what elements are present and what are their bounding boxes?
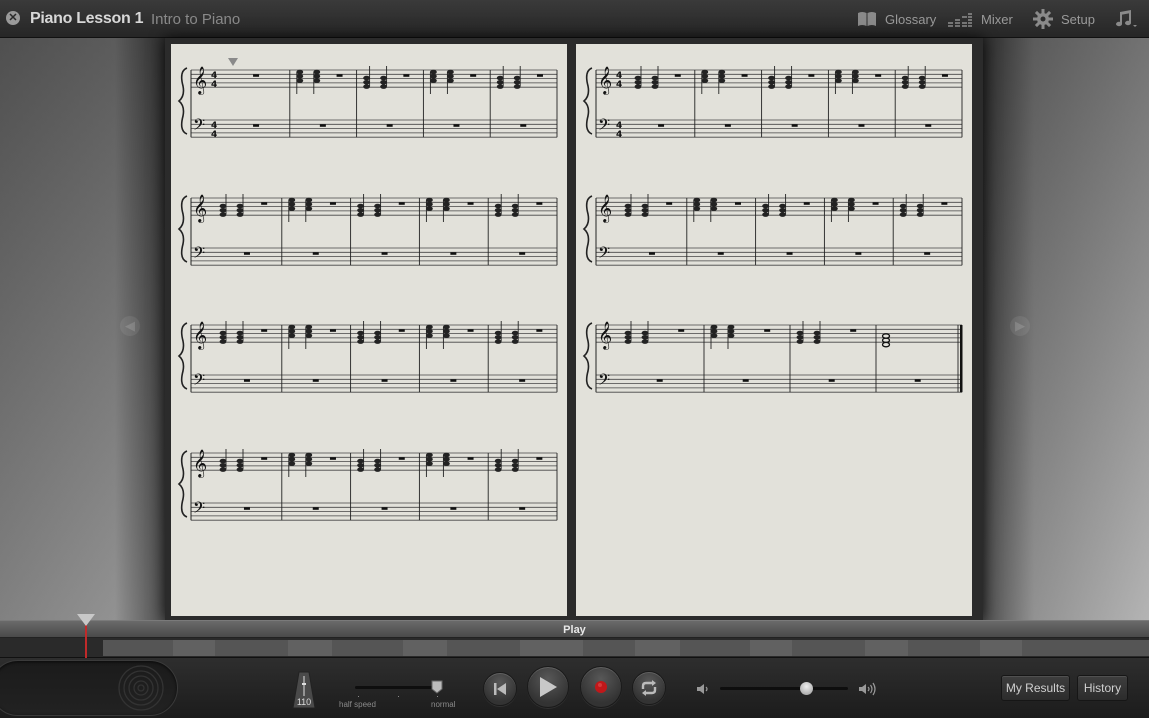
mixer-label: Mixer	[981, 11, 1013, 27]
lcd-display	[0, 660, 178, 716]
lesson-subtitle: Intro to Piano	[151, 11, 241, 28]
score-page-right: 𝄞 𝄢 4 4 4 4 𝄞 𝄢 𝄞 𝄢	[576, 44, 972, 616]
staff-system: 𝄞𝄢4444	[582, 66, 963, 140]
tuner-rings-icon	[118, 665, 164, 711]
timeline-segment[interactable]	[583, 640, 635, 656]
glossary-label: Glossary	[885, 11, 937, 27]
timeline-segment[interactable]	[520, 640, 583, 656]
rewind-button[interactable]	[483, 672, 517, 706]
gear-icon	[1033, 9, 1053, 29]
volume-slider-knob[interactable]	[800, 682, 813, 695]
normal-speed-label: normal	[431, 700, 456, 709]
glossary-button[interactable]: Glossary	[857, 8, 936, 30]
svg-text:4: 4	[616, 130, 622, 140]
timeline-segment[interactable]	[865, 640, 908, 656]
timeline-segment[interactable]	[103, 640, 173, 656]
setup-label: Setup	[1061, 11, 1095, 27]
tempo-value: 110	[296, 697, 312, 707]
playhead-line	[85, 625, 87, 658]
timeline-segment[interactable]	[447, 640, 520, 656]
staff-system: 𝄞𝄢	[177, 449, 558, 521]
timeline-segment[interactable]	[173, 640, 215, 656]
staff-system: 𝄞𝄢	[177, 194, 558, 266]
svg-text:𝄢: 𝄢	[598, 371, 610, 393]
play-region-label: Play	[563, 624, 586, 636]
svg-text:𝄢: 𝄢	[598, 116, 610, 138]
timeline-segment[interactable]	[792, 640, 865, 656]
metronome-button[interactable]: 110	[292, 671, 316, 709]
speed-slider-knob[interactable]	[431, 680, 443, 694]
next-page-arrow-icon[interactable]: ▶	[1010, 316, 1030, 336]
book-icon	[858, 12, 876, 26]
play-icon	[540, 677, 557, 697]
previous-page-arrow-icon[interactable]: ◀	[120, 316, 140, 336]
svg-text:𝄢: 𝄢	[193, 116, 205, 138]
svg-text:𝄞: 𝄞	[598, 66, 612, 95]
timeline[interactable]	[0, 638, 1149, 658]
svg-text:𝄢: 𝄢	[193, 371, 205, 393]
svg-text:𝄞: 𝄞	[193, 194, 207, 223]
staff-system: 𝄞𝄢	[177, 321, 558, 393]
svg-text:𝄞: 𝄞	[193, 321, 207, 350]
cycle-button[interactable]	[632, 671, 666, 705]
speed-slider-track[interactable]	[355, 686, 441, 689]
svg-text:𝄞: 𝄞	[598, 321, 612, 350]
score-stage: ◀ ▶ 𝄞 𝄢 4 4 4 4 𝄞 𝄢 𝄞 𝄢 𝄞 𝄢 𝄞 𝄢 4 4 4 4 𝄞 𝄢 𝄞 𝄢	[0, 38, 1149, 620]
svg-text:4: 4	[616, 80, 622, 90]
svg-text:4: 4	[211, 130, 217, 140]
loop-icon	[641, 680, 657, 696]
timeline-segment[interactable]	[288, 640, 332, 656]
timeline-segment[interactable]	[980, 640, 1022, 656]
mixer-button[interactable]: Mixer	[947, 8, 1013, 30]
svg-text:4: 4	[211, 80, 217, 90]
playhead-handle[interactable]	[77, 614, 95, 626]
score-page-left: 𝄞 𝄢 4 4 4 4 𝄞 𝄢 𝄞 𝄢 𝄞 𝄢	[171, 44, 567, 616]
music-note-icon	[1116, 10, 1137, 27]
skip-to-start-icon	[494, 683, 506, 695]
staff-system: 𝄞𝄢	[582, 321, 963, 393]
record-button[interactable]	[580, 666, 622, 708]
timeline-segment[interactable]	[332, 640, 403, 656]
svg-text:𝄢: 𝄢	[598, 244, 610, 266]
volume-low-icon	[697, 684, 708, 694]
svg-text:𝄞: 𝄞	[193, 449, 207, 478]
timeline-segment[interactable]	[908, 640, 980, 656]
volume-slider-track[interactable]	[720, 687, 848, 690]
timeline-segment[interactable]	[750, 640, 792, 656]
mixer-icon	[948, 13, 972, 27]
timeline-segment[interactable]	[635, 640, 680, 656]
notation-menu-button[interactable]	[1115, 8, 1137, 30]
svg-text:𝄢: 𝄢	[193, 244, 205, 266]
score-book: 𝄞 𝄢 4 4 4 4 𝄞 𝄢 𝄞 𝄢 𝄞 𝄢 𝄞 𝄢 4 4 4 4 𝄞 𝄢 𝄞 𝄢	[165, 38, 983, 620]
play-region-bar[interactable]: Play	[0, 620, 1149, 638]
timeline-segment[interactable]	[403, 640, 447, 656]
close-icon[interactable]: ✕	[6, 11, 20, 25]
my-results-button[interactable]: My Results	[1001, 675, 1070, 701]
volume-high-icon	[859, 682, 876, 696]
staff-system: 𝄞𝄢	[582, 194, 963, 266]
svg-text:𝄞: 𝄞	[598, 194, 612, 223]
half-speed-label: half speed	[339, 700, 376, 709]
play-button[interactable]	[527, 666, 569, 708]
svg-text:𝄞: 𝄞	[193, 66, 207, 95]
svg-text:𝄢: 𝄢	[193, 499, 205, 521]
lesson-title: Piano Lesson 1	[30, 10, 144, 27]
timeline-segment[interactable]	[215, 640, 288, 656]
timeline-segment[interactable]	[680, 640, 750, 656]
setup-button[interactable]: Setup	[1033, 8, 1095, 30]
record-icon	[595, 681, 607, 693]
history-button[interactable]: History	[1077, 675, 1128, 701]
transport-bar: 110 half speed normal My Results History	[0, 658, 1149, 718]
staff-system: 𝄞𝄢4444	[177, 58, 558, 140]
title-bar: ✕ Piano Lesson 1 Intro to Piano Glossary…	[0, 0, 1149, 38]
timeline-segment[interactable]	[1022, 640, 1149, 656]
